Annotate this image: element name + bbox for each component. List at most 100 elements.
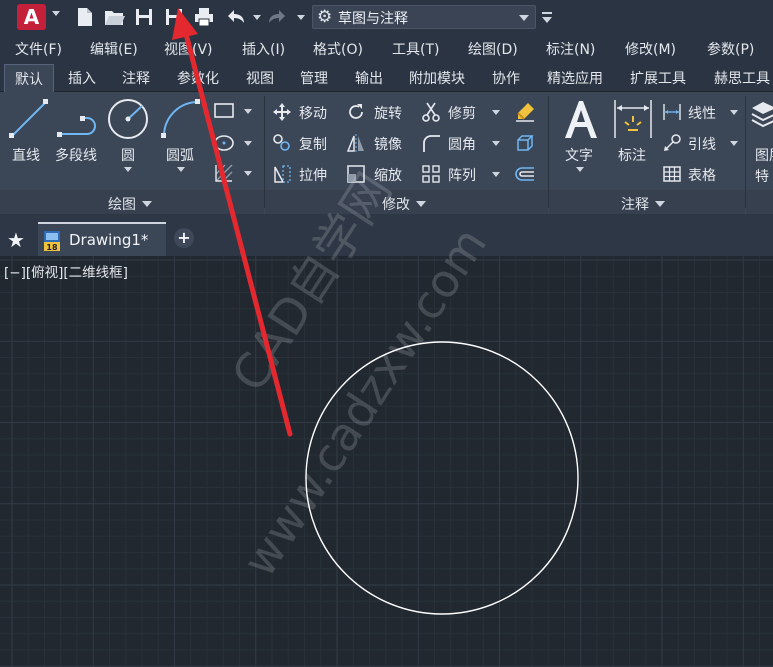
polyline-tool-label[interactable]: 多段线	[55, 145, 97, 165]
text-tool-icon[interactable]	[561, 98, 601, 140]
trim-icon[interactable]	[421, 101, 441, 123]
menu-modify[interactable]: 修改(M)	[625, 39, 676, 59]
hatch-dropdown-icon[interactable]	[244, 171, 252, 176]
menu-draw[interactable]: 绘图(D)	[468, 39, 518, 59]
tab-home[interactable]: 默认	[4, 64, 54, 92]
ellipse-tool-icon[interactable]	[213, 132, 237, 154]
rotate-icon[interactable]	[346, 102, 366, 122]
text-dropdown-icon[interactable]	[576, 167, 584, 172]
move-icon[interactable]	[272, 102, 292, 122]
menu-parametric[interactable]: 参数(P)	[707, 39, 754, 59]
tab-drawing1[interactable]: 18 Drawing1*	[38, 222, 166, 256]
save-icon[interactable]	[133, 6, 155, 28]
rectangle-dropdown-icon[interactable]	[244, 109, 252, 114]
rectangle-tool-icon[interactable]	[213, 102, 237, 120]
explode-icon[interactable]	[514, 132, 536, 154]
plot-icon[interactable]	[193, 6, 215, 28]
tab-manage[interactable]: 管理	[300, 68, 328, 88]
array-icon[interactable]	[421, 164, 441, 184]
tab-insert[interactable]: 插入	[68, 68, 96, 88]
menu-view[interactable]: 视图(V)	[164, 39, 213, 59]
undo-dropdown-icon[interactable]	[253, 15, 261, 20]
rotate-label[interactable]: 旋转	[374, 103, 402, 123]
dimension-tool-icon[interactable]	[612, 98, 654, 140]
arc-tool-label[interactable]: 圆弧	[166, 145, 194, 165]
drawing-canvas[interactable]: [−][俯视][二维线框]	[0, 256, 773, 667]
customize-toolbar-icon[interactable]	[541, 10, 553, 24]
menu-file[interactable]: 文件(F)	[15, 39, 62, 59]
tab-view[interactable]: 视图	[246, 68, 274, 88]
tab-output[interactable]: 输出	[355, 68, 383, 88]
arc-tool-icon[interactable]	[160, 98, 204, 140]
open-icon[interactable]	[103, 6, 125, 28]
menu-format[interactable]: 格式(O)	[313, 39, 363, 59]
modify-panel-title[interactable]: 修改	[382, 194, 426, 214]
array-label[interactable]: 阵列	[448, 165, 476, 185]
new-drawing-tab-button[interactable]: +	[174, 228, 194, 248]
dimension-tool-label[interactable]: 标注	[618, 145, 646, 165]
application-menu-button[interactable]: A	[17, 4, 46, 30]
polyline-tool-icon[interactable]	[56, 98, 100, 140]
menu-tools[interactable]: 工具(T)	[392, 39, 439, 59]
app-menu-caret-icon[interactable]	[52, 11, 60, 16]
ellipse-dropdown-icon[interactable]	[244, 141, 252, 146]
tab-addins[interactable]: 附加模块	[409, 68, 465, 88]
layer-properties-label[interactable]: 图层	[755, 145, 773, 165]
leader-label[interactable]: 引线	[688, 134, 716, 154]
scale-icon[interactable]	[346, 164, 366, 184]
line-tool-label[interactable]: 直线	[12, 145, 40, 165]
erase-icon[interactable]	[514, 101, 536, 123]
offset-icon[interactable]	[514, 163, 536, 185]
tab-annotate[interactable]: 注释	[122, 68, 150, 88]
scale-label[interactable]: 缩放	[374, 165, 402, 185]
circle-tool-icon[interactable]	[106, 97, 150, 141]
layer-properties-label-2[interactable]: 特	[755, 166, 769, 186]
new-icon[interactable]	[74, 6, 96, 28]
start-tab-star-icon[interactable]: ★	[7, 228, 25, 252]
stretch-icon[interactable]	[272, 164, 292, 184]
circle-dropdown-icon[interactable]	[124, 167, 132, 172]
trim-dropdown-icon[interactable]	[492, 110, 500, 115]
arc-dropdown-icon[interactable]	[177, 167, 185, 172]
tab-hesi-tools[interactable]: 赫思工具	[714, 68, 770, 88]
tab-featured-apps[interactable]: 精选应用	[547, 68, 603, 88]
circle-tool-label[interactable]: 圆	[121, 145, 135, 165]
array-dropdown-icon[interactable]	[492, 172, 500, 177]
annotation-panel-title[interactable]: 注释	[621, 194, 665, 214]
trim-label[interactable]: 修剪	[448, 103, 476, 123]
workspace-switcher[interactable]: ⚙ 草图与注释	[312, 5, 536, 29]
menu-edit[interactable]: 编辑(E)	[90, 39, 138, 59]
move-label[interactable]: 移动	[299, 103, 327, 123]
leader-dropdown-icon[interactable]	[730, 141, 738, 146]
fillet-icon[interactable]	[421, 133, 441, 153]
fillet-label[interactable]: 圆角	[448, 134, 476, 154]
tab-collaborate[interactable]: 协作	[492, 68, 520, 88]
fillet-dropdown-icon[interactable]	[492, 141, 500, 146]
linear-dimension-label[interactable]: 线性	[688, 103, 716, 123]
redo-dropdown-icon[interactable]	[297, 15, 305, 20]
redo-icon[interactable]	[267, 6, 289, 28]
save-as-icon[interactable]	[163, 6, 185, 28]
mirror-icon[interactable]	[346, 133, 366, 153]
tab-express-tools[interactable]: 扩展工具	[630, 68, 686, 88]
leader-icon[interactable]	[662, 133, 682, 153]
menu-dimension[interactable]: 标注(N)	[546, 39, 595, 59]
mirror-label[interactable]: 镜像	[374, 134, 402, 154]
copy-label[interactable]: 复制	[299, 134, 327, 154]
linear-dimension-icon[interactable]	[662, 102, 682, 122]
stretch-label[interactable]: 拉伸	[299, 165, 327, 185]
viewport-controls[interactable]: [−][俯视][二维线框]	[4, 261, 128, 281]
text-tool-label[interactable]: 文字	[565, 145, 593, 165]
line-tool-icon[interactable]	[8, 98, 50, 140]
table-icon[interactable]	[662, 164, 682, 184]
copy-icon[interactable]	[272, 133, 292, 153]
layer-properties-icon[interactable]	[750, 100, 773, 130]
table-label[interactable]: 表格	[688, 165, 716, 185]
draw-panel-title[interactable]: 绘图	[108, 194, 152, 214]
undo-icon[interactable]	[224, 6, 246, 28]
hatch-tool-icon[interactable]	[213, 162, 237, 184]
linear-dropdown-icon[interactable]	[730, 110, 738, 115]
circle-entity[interactable]	[305, 341, 579, 615]
menu-insert[interactable]: 插入(I)	[242, 39, 285, 59]
tab-parametric[interactable]: 参数化	[177, 68, 219, 88]
